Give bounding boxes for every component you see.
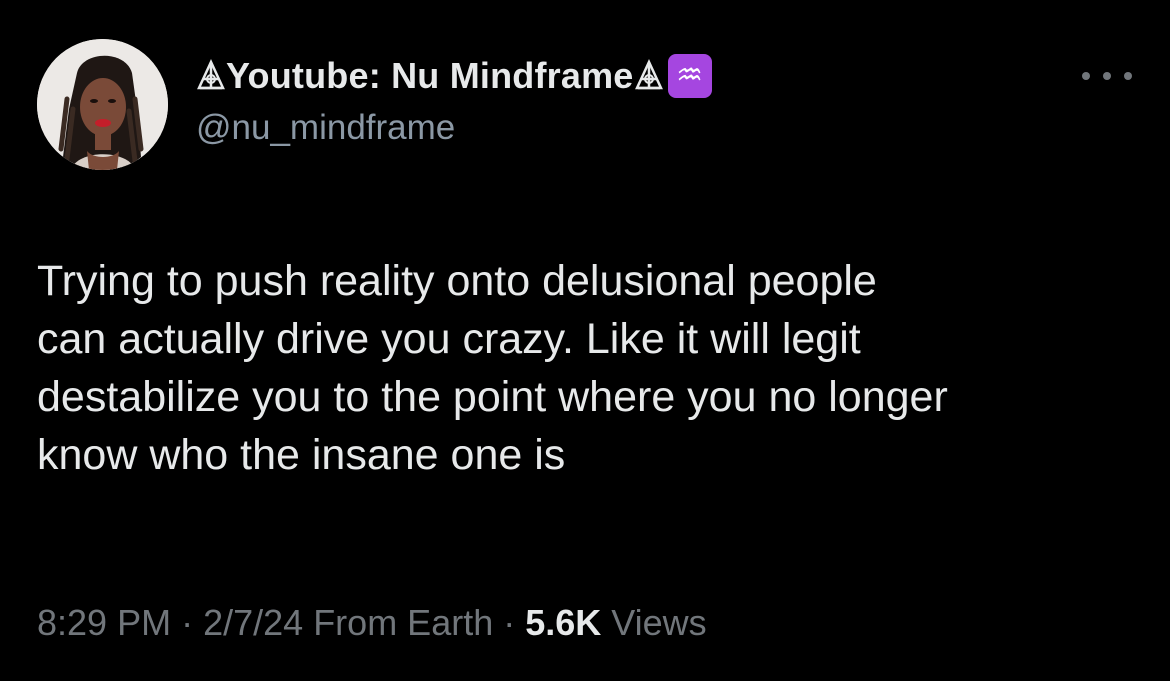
more-dot-icon <box>1103 72 1111 80</box>
tweet-time[interactable]: 8:29 PM <box>37 602 171 643</box>
display-name[interactable]: Youtube: Nu Mindframe <box>226 55 634 97</box>
author-handle[interactable]: @nu_mindframe <box>196 108 455 148</box>
author-name-row: Youtube: Nu Mindframe ♒ <box>196 52 712 100</box>
more-dot-icon <box>1082 72 1090 80</box>
views-count[interactable]: 5.6K <box>525 602 601 643</box>
avatar-photo <box>37 39 168 170</box>
meta-separator: · <box>181 602 194 643</box>
tweet-text: Trying to push reality onto delusional p… <box>37 252 1147 484</box>
tweet-text-line: can actually drive you crazy. Like it wi… <box>37 315 861 363</box>
triangle-symbol-icon <box>196 58 226 94</box>
avatar[interactable] <box>37 39 168 170</box>
more-options-button[interactable] <box>1082 62 1132 90</box>
tweet-text-line: know who the insane one is <box>37 431 566 479</box>
tweet-text-line: Trying to push reality onto delusional p… <box>37 257 877 305</box>
tweet-date[interactable]: 2/7/24 <box>203 602 303 643</box>
tweet-text-line: destabilize you to the point where you n… <box>37 373 948 421</box>
tweet-source: From Earth <box>313 602 494 643</box>
triangle-symbol-icon <box>634 58 664 94</box>
more-dot-icon <box>1124 72 1132 80</box>
aquarius-icon: ♒ <box>667 54 712 98</box>
meta-separator: · <box>503 602 516 643</box>
tweet: Youtube: Nu Mindframe ♒ @nu_mindframe Tr… <box>0 0 1170 681</box>
views-label: Views <box>611 602 707 643</box>
tweet-meta: 8:29 PM · 2/7/24 From Earth · 5.6K Views <box>37 602 707 644</box>
